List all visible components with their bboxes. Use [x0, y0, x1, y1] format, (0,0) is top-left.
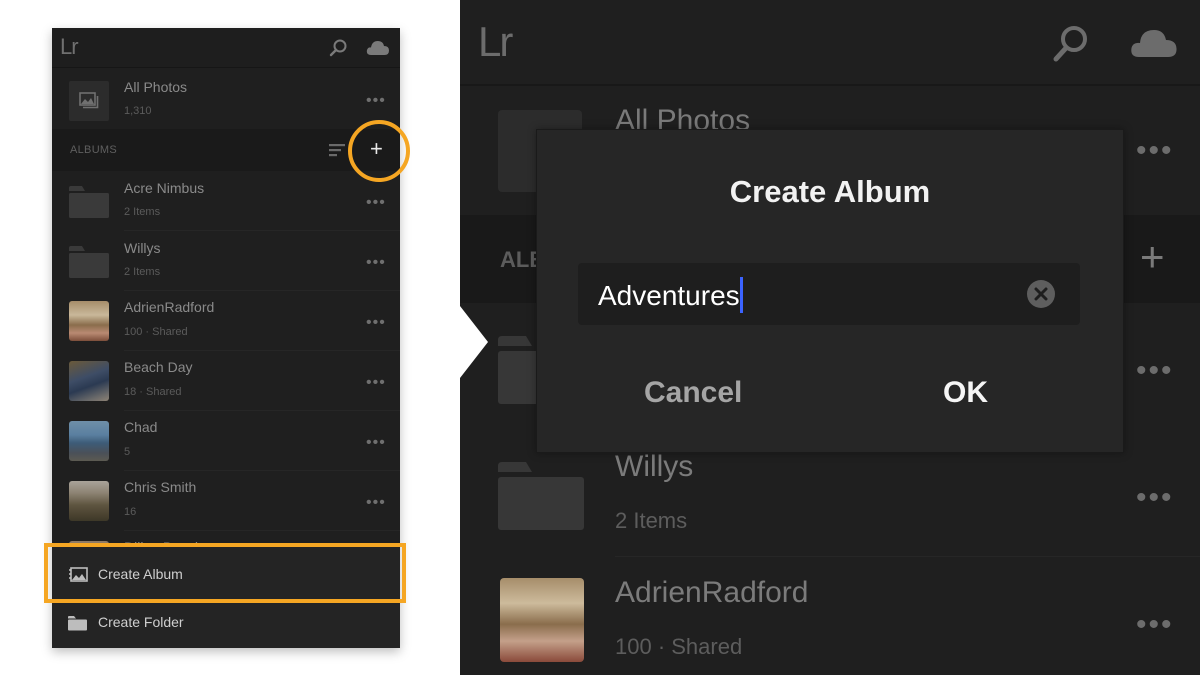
album-meta: 2 Items	[124, 206, 161, 218]
album-meta: 5	[124, 446, 131, 458]
lightroom-albums-panel: Lr All Photos 1,310 ••• ALBUMS + Acre Ni…	[52, 28, 400, 648]
search-icon[interactable]	[1050, 24, 1090, 64]
album-row[interactable]: Acre Nimbus 2 Items •••	[52, 171, 400, 231]
lightroom-logo: Lr	[478, 18, 513, 65]
app-header: Lr	[52, 28, 400, 68]
all-photos-title: All Photos	[124, 79, 188, 95]
album-meta: 16	[124, 506, 137, 518]
more-options-button[interactable]: •••	[366, 195, 386, 211]
callout-pointer	[460, 306, 488, 378]
album-thumbnail	[69, 301, 109, 341]
clear-icon	[1034, 287, 1048, 301]
more-options-button[interactable]: •••	[366, 375, 386, 391]
more-options-button[interactable]: •••	[1136, 356, 1174, 386]
sort-icon[interactable]	[329, 143, 345, 157]
folder-icon	[69, 246, 109, 278]
album-name-value: Adventures	[598, 280, 740, 311]
album-row[interactable]: Willys 2 Items •••	[52, 231, 400, 291]
albums-section-header: ALBUMS +	[52, 129, 400, 171]
clear-input-button[interactable]	[1027, 280, 1055, 308]
album-row[interactable]: Chris Smith 16 •••	[52, 471, 400, 531]
more-options-button[interactable]: •••	[366, 495, 386, 511]
create-menu: Create Album Create Folder	[52, 544, 400, 648]
lightroom-logo: Lr	[60, 34, 79, 59]
folder-icon	[69, 186, 109, 218]
album-name: AdrienRadford	[124, 299, 215, 315]
more-options-button[interactable]: •••	[1136, 610, 1174, 640]
search-icon[interactable]	[328, 38, 348, 58]
album-name-input[interactable]: Adventures	[578, 263, 1080, 325]
create-album-menu-item[interactable]: Create Album	[52, 552, 400, 598]
cancel-button[interactable]: Cancel	[644, 376, 742, 410]
album-thumbnail	[69, 361, 109, 401]
more-options-button[interactable]: •••	[366, 93, 386, 109]
ok-button[interactable]: OK	[943, 376, 988, 410]
more-options-button[interactable]: •••	[1136, 136, 1174, 166]
album-name: Chad	[124, 419, 158, 435]
create-folder-label: Create Folder	[98, 614, 184, 630]
albums-label: ALBUMS	[70, 144, 118, 156]
photos-icon	[79, 92, 99, 109]
album-icon	[69, 567, 88, 582]
album-meta: 2 Items	[124, 266, 161, 278]
album-name: Willys	[615, 450, 694, 483]
album-row[interactable]: Beach Day 18 · Shared •••	[52, 351, 400, 411]
album-thumbnail	[69, 481, 109, 521]
more-options-button[interactable]: •••	[366, 255, 386, 271]
album-thumbnail	[500, 578, 584, 662]
app-header: Lr	[460, 0, 1200, 86]
cloud-icon[interactable]	[366, 38, 390, 58]
cloud-icon[interactable]	[1130, 26, 1178, 60]
text-caret	[739, 277, 743, 313]
add-album-button[interactable]: +	[370, 136, 383, 162]
folder-icon	[68, 616, 87, 631]
album-row[interactable]: Chad 5 •••	[52, 411, 400, 471]
all-photos-count: 1,310	[124, 105, 152, 117]
album-name: Acre Nimbus	[124, 180, 205, 196]
create-album-label: Create Album	[98, 566, 183, 582]
dialog-title: Create Album	[729, 174, 931, 209]
album-thumbnail	[69, 421, 109, 461]
more-options-button[interactable]: •••	[1136, 483, 1174, 513]
album-meta: 100 · Shared	[124, 326, 188, 338]
album-meta: 18 · Shared	[124, 386, 182, 398]
album-meta: 100 · Shared	[615, 634, 743, 659]
all-photos-item[interactable]: All Photos 1,310 •••	[52, 69, 400, 129]
create-folder-menu-item[interactable]: Create Folder	[52, 600, 400, 646]
create-album-dialog: Create Album Adventures Cancel OK	[536, 129, 1124, 453]
folder-icon	[498, 462, 584, 530]
add-album-button[interactable]: +	[1140, 233, 1165, 281]
row-divider	[615, 556, 1200, 557]
album-name: Beach Day	[124, 359, 193, 375]
album-name: AdrienRadford	[615, 576, 809, 609]
album-name: Chris Smith	[124, 479, 197, 495]
all-photos-thumb	[69, 81, 109, 121]
album-name: Willys	[124, 240, 161, 256]
album-row[interactable]: AdrienRadford 100 · Shared •••	[52, 291, 400, 351]
more-options-button[interactable]: •••	[366, 435, 386, 451]
more-options-button[interactable]: •••	[366, 315, 386, 331]
album-meta: 2 Items	[615, 508, 688, 533]
